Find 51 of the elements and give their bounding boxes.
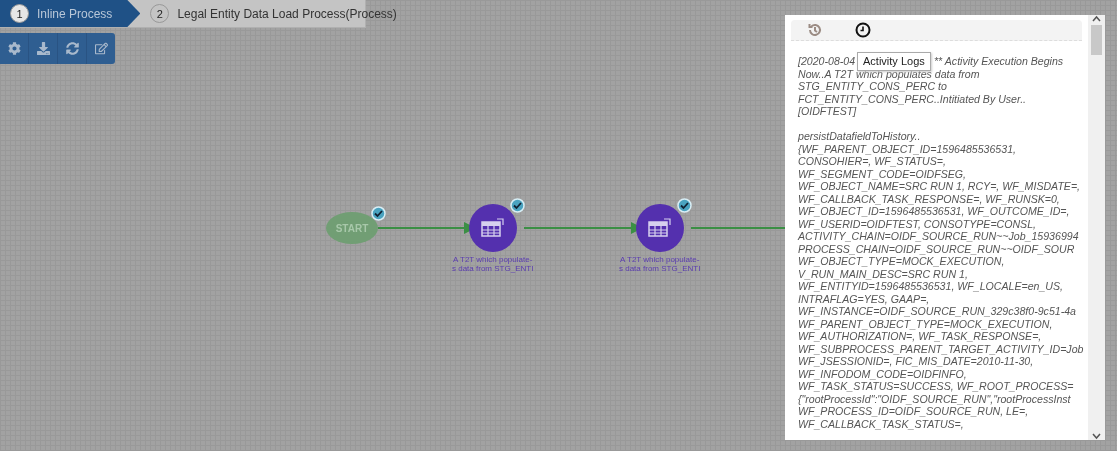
log-line: FCT_ENTITY_CONS_PERC..Intitiated By User..: [798, 92, 1028, 105]
step-number: 1: [10, 4, 29, 23]
scrollbar[interactable]: [1088, 15, 1105, 440]
node-label: A T2T which populate- s data from STG_ENTI: [619, 255, 701, 273]
log-line: persistDatafieldToHistory..: [798, 130, 922, 143]
log-line: WF_OBJECT_ID=1596485536531, WF_OUTCOME_ID=,: [798, 205, 1071, 218]
log-line: WF_CALLBACK_TASK_STATUS=,: [798, 417, 965, 430]
log-line: ** Activity Execution Begins: [934, 55, 1064, 68]
log-line: WF_OBJECT_NAME=SRC RUN 1, RCY=, WF_MISDATE=,: [798, 180, 1082, 193]
log-line: WF_CALLBACK_TASK_RESPONSE=, WF_RUNSK=0,: [798, 192, 1061, 205]
refresh-icon: [65, 42, 79, 55]
node-label: A T2T which populate- s data from STG_ENTI: [452, 255, 534, 273]
log-line: V_RUN_MAIN_DESC=SRC RUN 1,: [798, 267, 969, 280]
log-line: {WF_PARENT_OBJECT_ID=1596485536531,: [798, 142, 1017, 155]
log-line: [2020-08-04: [798, 55, 856, 67]
log-line: WF_OBJECT_TYPE=MOCK_EXECUTION,: [798, 255, 1006, 268]
table-icon: [647, 218, 672, 238]
log-line: INTRAFLAG=YES, GAAP=,: [798, 292, 931, 305]
tooltip: Activity Logs: [857, 52, 931, 71]
scroll-thumb[interactable]: [1091, 25, 1102, 55]
scroll-down-icon[interactable]: [1092, 432, 1101, 440]
task-node[interactable]: [468, 204, 517, 252]
breadcrumb-step[interactable]: 2 Legal Entity Data Load Process(Process): [140, 0, 411, 27]
log-line: WF_INSTANCE=OIDF_SOURCE_RUN_329c38f0-9c51-4a: [798, 305, 1077, 318]
log-line: WF_PROCESS_ID=OIDF_SOURCE_RUN, LE=,: [798, 405, 1030, 418]
log-line: WF_SUBPROCESS_PARENT_TARGET_ACTIVITY_ID=Job: [798, 342, 1085, 355]
log-line: WF_USERID=OIDFTEST, CONSOTYPE=CONSL,: [798, 217, 1037, 230]
table-icon: [480, 218, 505, 238]
log-line: WF_TASK_STATUS=SUCCESS, WF_ROOT_PROCESS=: [798, 380, 1075, 393]
download-icon: [36, 42, 50, 55]
task-node[interactable]: [635, 204, 684, 252]
log-line: ACTIVITY_CHAIN=OIDF_SOURCE_RUN~~Job_15936994: [798, 230, 1080, 243]
step-number: 2: [150, 4, 170, 23]
log-line: CONSOHIER=, WF_STATUS=,: [798, 155, 947, 168]
gear-icon: [7, 42, 21, 55]
log-line: STG_ENTITY_CONS_PERC to: [798, 80, 948, 93]
log-line: WF_AUTHORIZATION=, WF_TASK_RESPONSE=,: [798, 330, 1043, 343]
edit-icon: [94, 42, 108, 55]
log-line: WF_ENTITYID=1596485536531, WF_LOCALE=en_US,: [798, 280, 1064, 293]
log-line: {"rootProcessId":"OIDF_SOURCE_RUN","rootProcessInst: [798, 392, 1072, 405]
log-line: WF_SEGMENT_CODE=OIDFSEG,: [798, 167, 968, 180]
log-line: WF_JSESSIONID=, FIC_MIS_DATE=2010-11-30,: [798, 355, 1035, 368]
log-line: WF_INFODOM_CODE=OIDFINFO,: [798, 367, 968, 380]
step-label: Legal Entity Data Load Process(Process): [177, 6, 397, 21]
step-label: Inline Process: [37, 6, 113, 21]
clock-tab[interactable]: [853, 20, 873, 40]
log-line: PROCESS_CHAIN=OIDF_SOURCE_RUN~~OIDF_SOUR: [798, 242, 1076, 255]
log-line: [OIDFTEST]: [798, 105, 858, 118]
scroll-up-icon[interactable]: [1092, 15, 1101, 23]
breadcrumb-step[interactable]: 1 Inline Process: [0, 0, 141, 27]
log-line: WF_PARENT_OBJECT_TYPE=MOCK_EXECUTION,: [798, 317, 1054, 330]
